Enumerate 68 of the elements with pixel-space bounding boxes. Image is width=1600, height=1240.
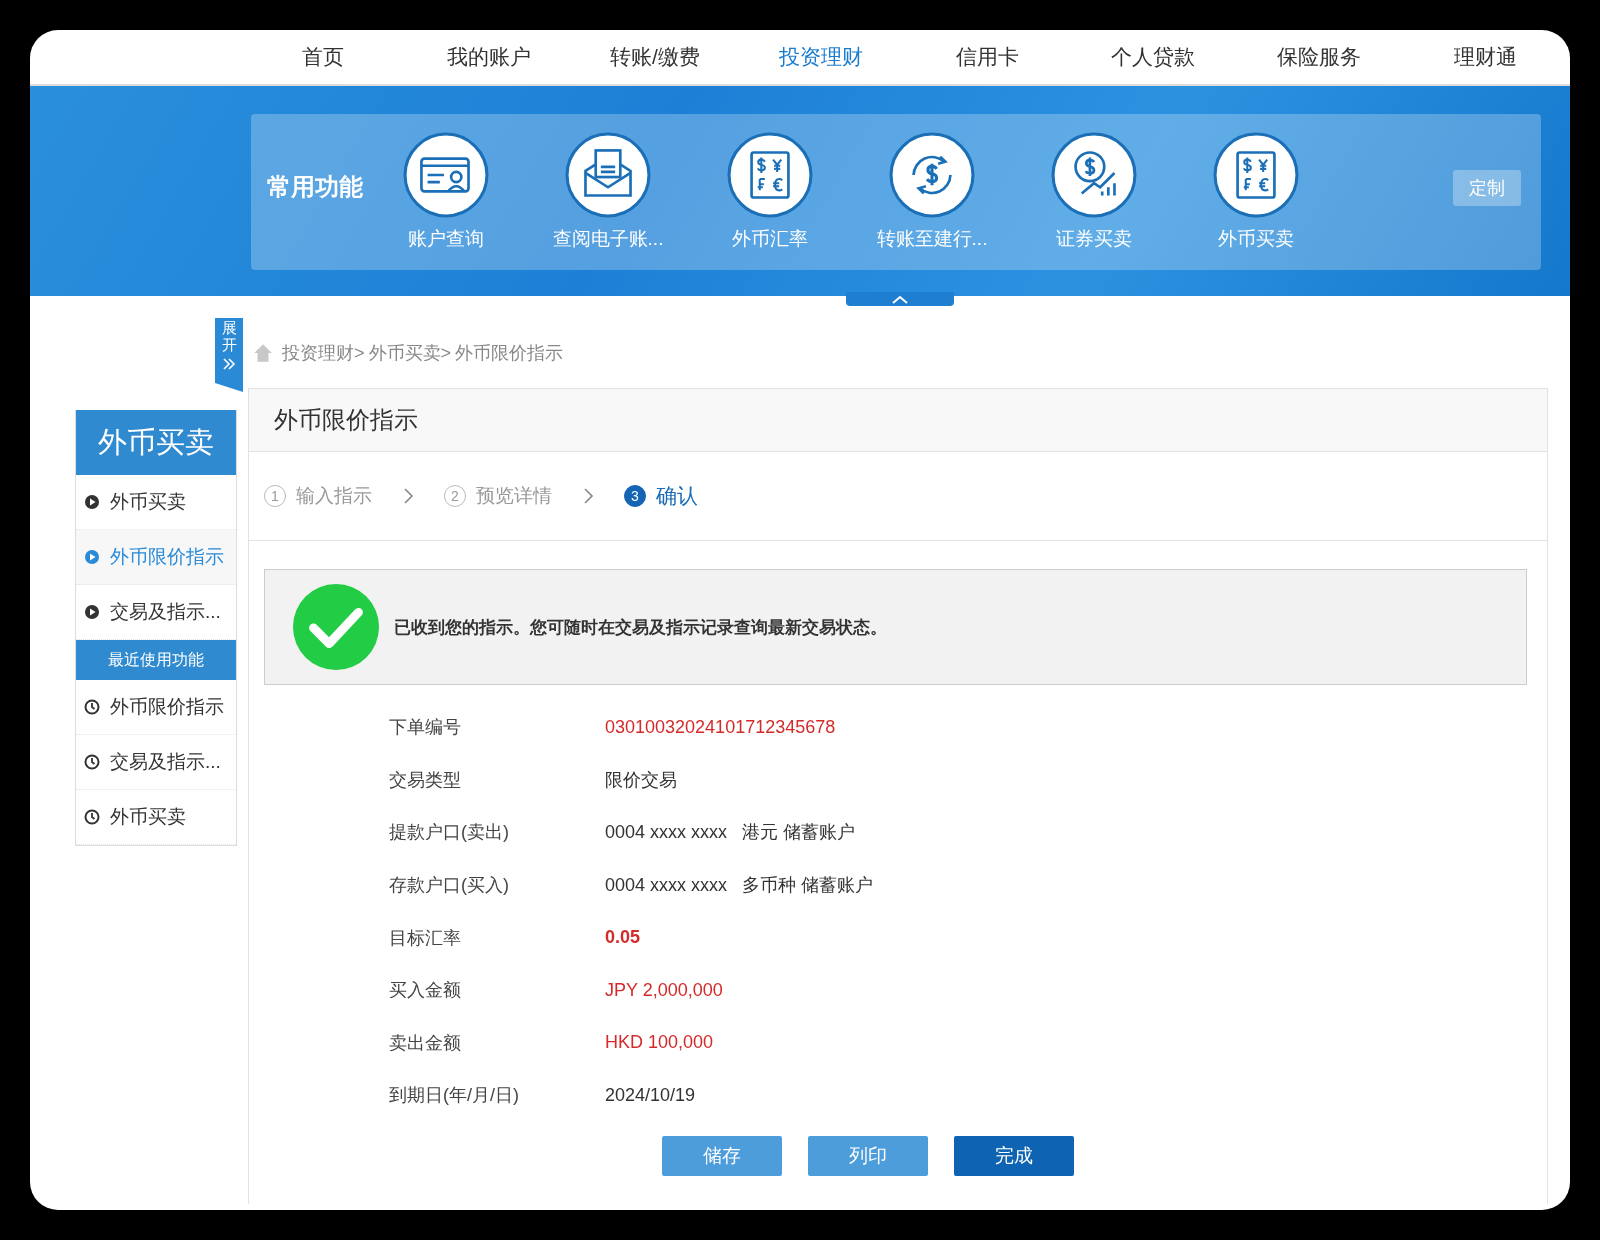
nav-tab[interactable]: 转账/缴费	[572, 43, 738, 71]
currency-icon	[727, 132, 813, 218]
detail-label: 存款户口(买入)	[389, 874, 510, 898]
expand-tab[interactable]: 展开	[215, 318, 243, 392]
nav-tab[interactable]: 信用卡	[904, 43, 1070, 71]
action-button[interactable]: 储存	[662, 1135, 782, 1176]
sidebar-title: 外币买卖	[76, 410, 236, 475]
dollar-chart-icon	[1051, 132, 1137, 218]
envelope-icon	[565, 132, 651, 218]
chevron-right-icon	[582, 486, 594, 506]
page-title: 外币限价指示	[274, 405, 418, 435]
nav-tab[interactable]: 保险服务	[1236, 43, 1402, 71]
detail-label: 目标汇率	[389, 926, 462, 950]
recent-section-header: 最近使用功能	[76, 640, 236, 680]
chevron-right-icon	[402, 486, 414, 506]
step-indicator: 3 确认	[624, 482, 698, 510]
shortcut-link[interactable]: 账户查询	[365, 132, 527, 252]
sidebar-item[interactable]: 外币买卖	[76, 790, 236, 845]
play-icon	[84, 549, 100, 565]
detail-label: 提款户口(卖出)	[389, 821, 510, 845]
step-indicator: 1 输入指示	[264, 483, 372, 509]
currency-icon	[1213, 132, 1299, 218]
breadcrumb-link[interactable]: 外币限价指示	[455, 341, 564, 365]
chevron-up-icon	[890, 294, 910, 304]
detail-value: 2024/10/19	[605, 1084, 696, 1106]
shortcut-link[interactable]: 证券买卖	[1013, 132, 1175, 252]
detail-label: 卖出金额	[389, 1031, 462, 1055]
clock-icon	[84, 809, 100, 825]
dollar-cycle-icon	[889, 132, 975, 218]
play-icon	[84, 494, 100, 510]
nav-tab[interactable]: 投资理财	[738, 43, 904, 71]
nav-tab[interactable]: 我的账户	[406, 43, 572, 71]
sidebar-item[interactable]: 外币限价指示	[76, 680, 236, 735]
nav-tab[interactable]: 首页	[240, 43, 406, 71]
detail-label: 交易类型	[389, 768, 462, 792]
shortcut-link[interactable]: 转账至建行...	[851, 132, 1013, 252]
quick-panel-title: 常用功能	[267, 172, 363, 202]
breadcrumb-link[interactable]: 投资理财>	[282, 341, 365, 365]
shortcut-link[interactable]: 查阅电子账...	[527, 132, 689, 252]
id-card-icon	[403, 132, 489, 218]
breadcrumb-link[interactable]: 外币买卖>	[368, 341, 452, 365]
detail-value: HKD 100,000	[605, 1032, 714, 1054]
success-message: 已收到您的指示。您可随时在交易及指示记录查询最新交易状态。	[394, 616, 887, 639]
detail-value: 0004 xxxx xxxx 多币种 储蓄账户	[605, 874, 874, 898]
play-icon	[84, 604, 100, 620]
detail-value: 限价交易	[605, 768, 677, 792]
shortcut-link[interactable]: 外币汇率	[689, 132, 851, 252]
nav-tab[interactable]: 个人贷款	[1070, 43, 1236, 71]
detail-label: 买入金额	[389, 979, 462, 1003]
detail-label: 到期日(年/月/日)	[389, 1084, 520, 1108]
collapse-tab[interactable]	[846, 292, 954, 306]
sidebar-item[interactable]: 交易及指示...	[76, 735, 236, 790]
double-chevron-icon	[221, 357, 237, 371]
clock-icon	[84, 754, 100, 770]
detail-label: 下单编号	[389, 716, 462, 740]
detail-value: JPY 2,000,000	[605, 979, 723, 1001]
step-indicator: 2 预览详情	[444, 483, 552, 509]
detail-value: 0.05	[605, 927, 641, 949]
checkmark-icon	[292, 583, 380, 671]
home-icon	[252, 342, 274, 364]
detail-value: 03010032024101712345678	[605, 716, 836, 738]
action-button[interactable]: 列印	[808, 1135, 928, 1176]
nav-tab[interactable]: 理财通	[1402, 43, 1568, 71]
shortcut-link[interactable]: 外币买卖	[1175, 132, 1337, 252]
clock-icon	[84, 699, 100, 715]
action-button[interactable]: 完成	[954, 1135, 1074, 1176]
detail-value: 0004 xxxx xxxx 港元 储蓄账户	[605, 821, 856, 845]
sidebar-item[interactable]: 外币限价指示	[76, 530, 236, 585]
